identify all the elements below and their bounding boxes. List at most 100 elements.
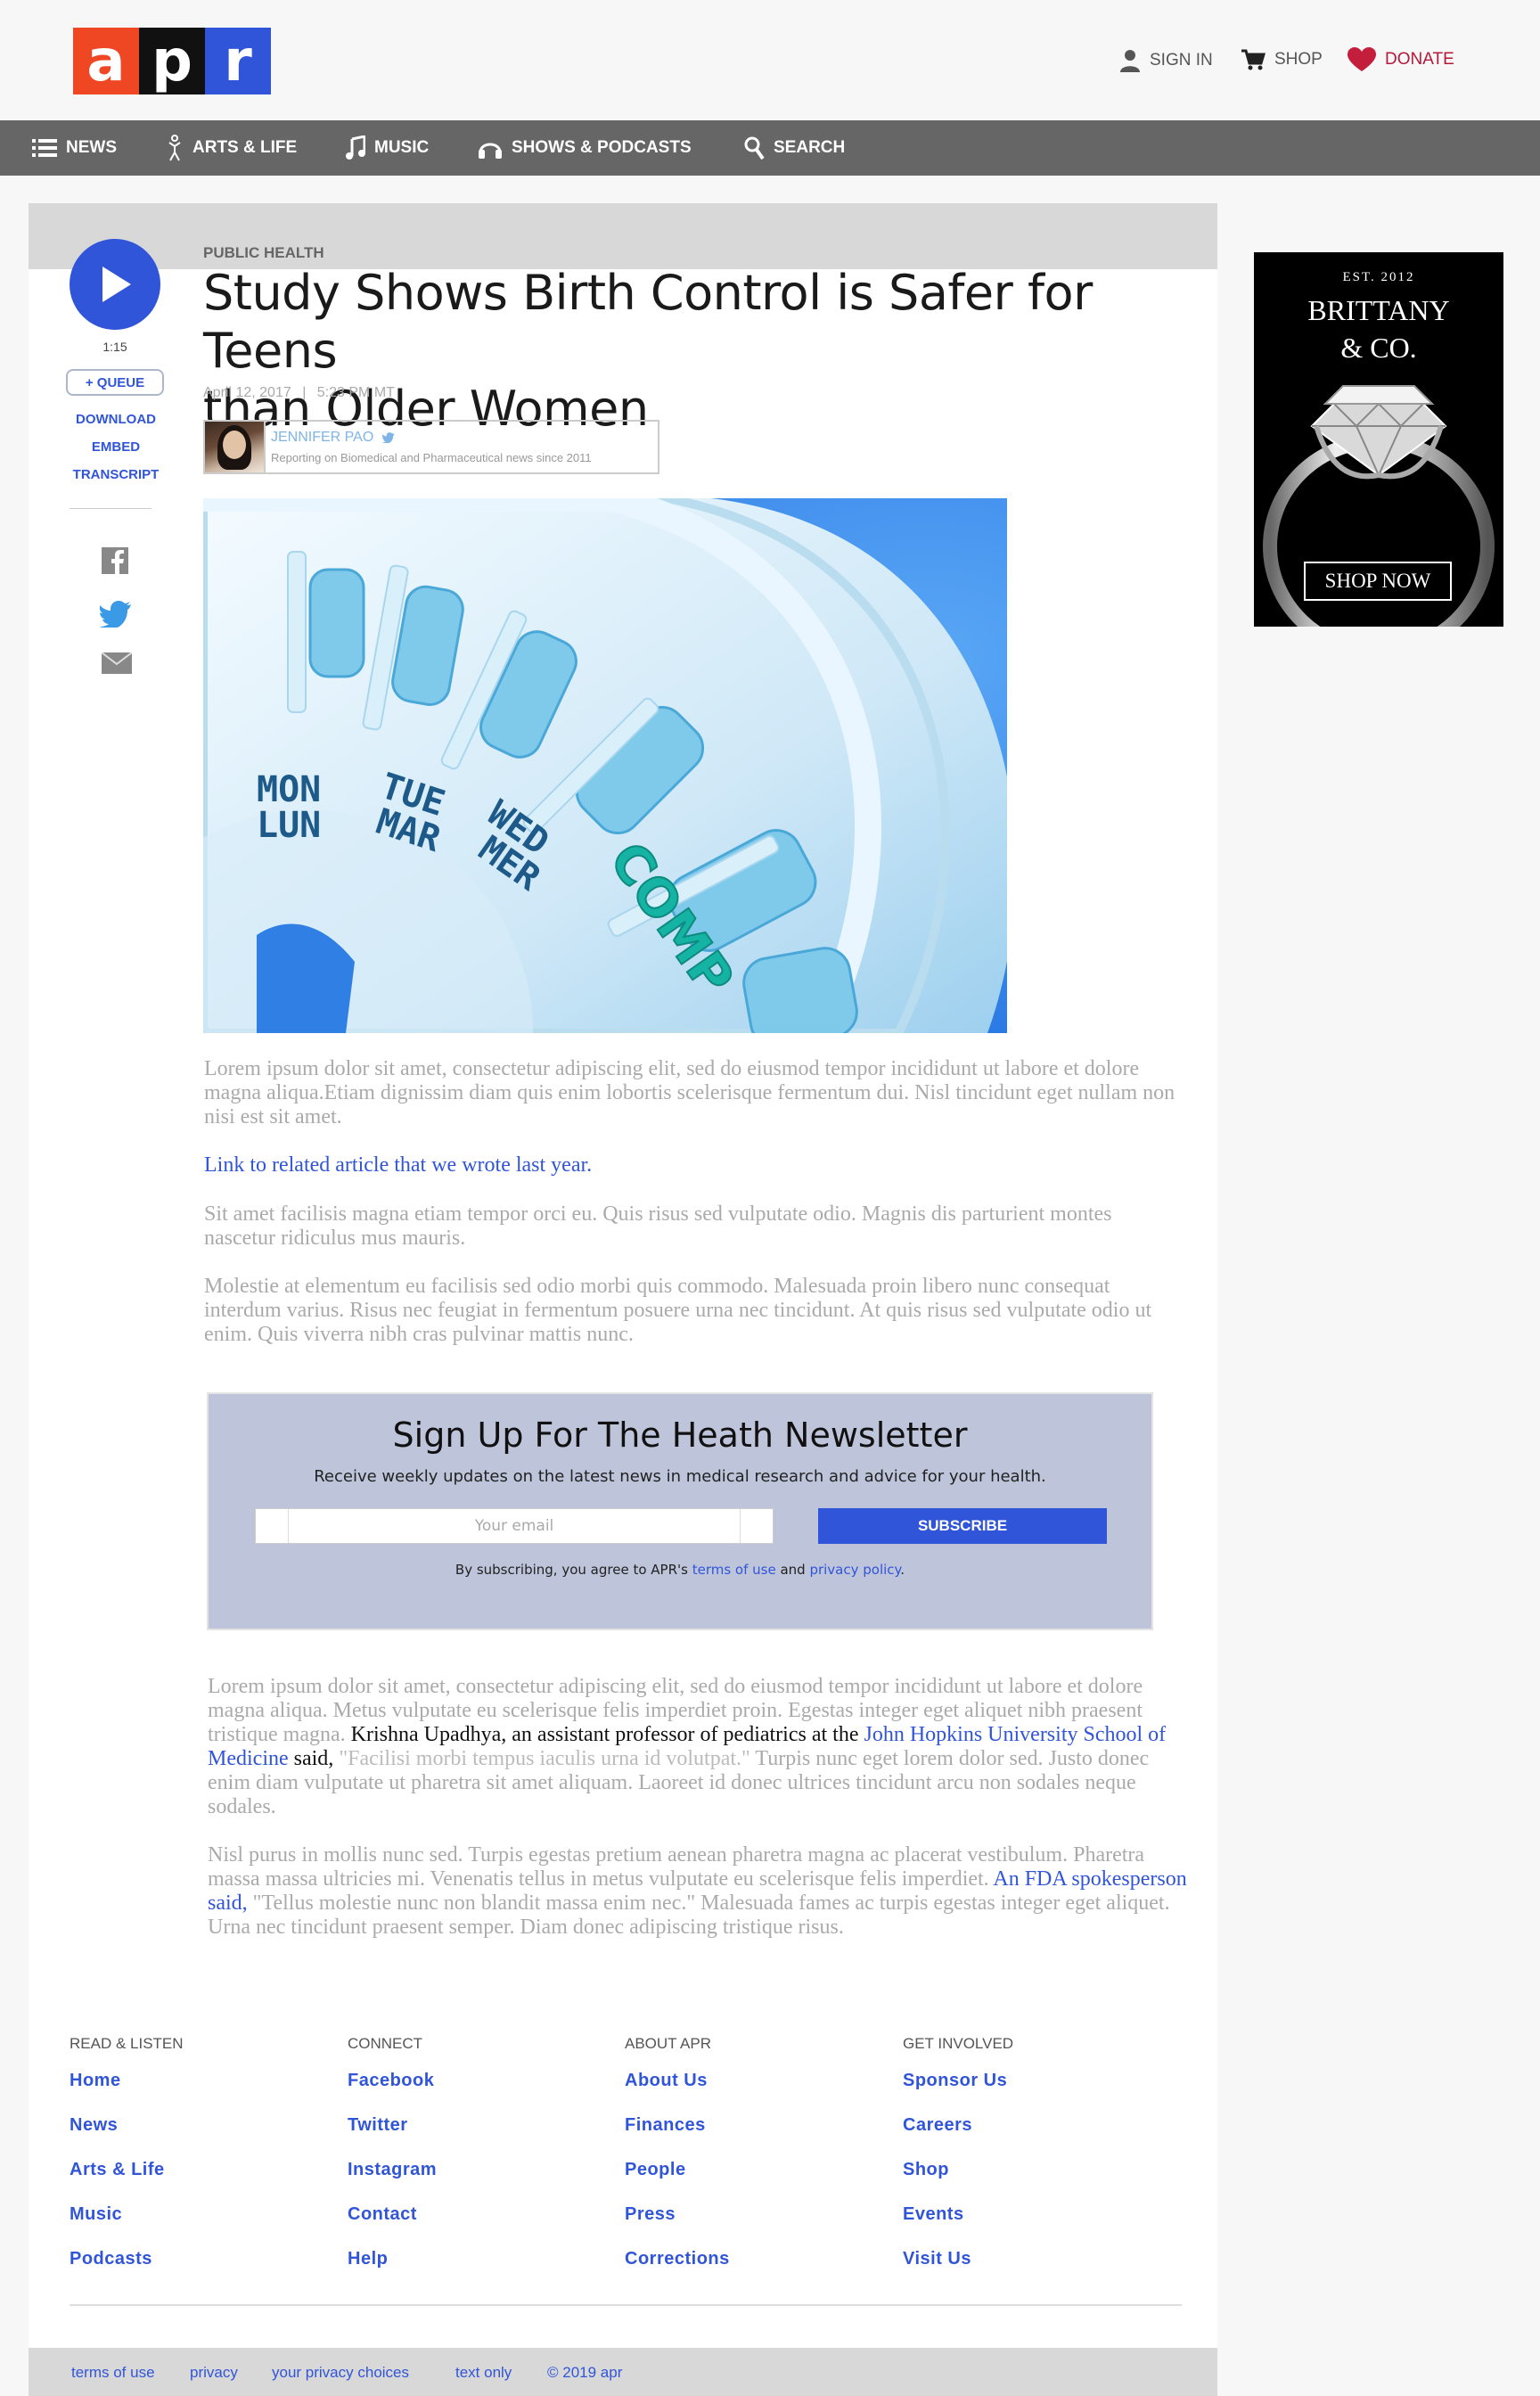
ad-brand: BRITTANY & CO. [1254, 291, 1503, 366]
footer-link-events[interactable]: Events [903, 2203, 1013, 2247]
logo-letter-p: p [139, 28, 205, 94]
brittany-co-advertisement[interactable]: EST. 2012 BRITTANY & CO. SHOP NOW [1254, 252, 1503, 627]
footer-link-careers[interactable]: Careers [903, 2113, 1013, 2158]
footer-heading: ABOUT APR [625, 2035, 711, 2052]
terms-text-c: . [900, 1562, 905, 1578]
terms-text-a: By subscribing, you agree to APR's [455, 1562, 692, 1578]
ad-brand-line-1: BRITTANY [1307, 294, 1450, 326]
play-icon [102, 267, 131, 302]
author-byline[interactable]: JENNIFER PAO Reporting on Biomedical and… [203, 420, 659, 474]
subscribe-button[interactable]: SUBSCRIBE [818, 1508, 1107, 1544]
nav-arts-life[interactable]: ARTS & LIFE [166, 120, 297, 176]
nav-search-label: SEARCH [774, 138, 846, 157]
nav-shows-podcasts[interactable]: SHOWS & PODCASTS [478, 120, 692, 176]
menu-icon [32, 139, 57, 157]
author-name-row: JENNIFER PAO [271, 430, 592, 446]
newsletter-signup: Sign Up For The Heath Newsletter Receive… [207, 1392, 1153, 1630]
author-name[interactable]: JENNIFER PAO [271, 430, 373, 446]
ad-established: EST. 2012 [1342, 270, 1415, 284]
date-separator: | [302, 385, 307, 400]
footer-col-get-involved: GET INVOLVED Sponsor Us Careers Shop Eve… [903, 2035, 1013, 2292]
footer-link-twitter[interactable]: Twitter [348, 2113, 437, 2158]
footer-link-music[interactable]: Music [70, 2203, 184, 2247]
newsletter-subtitle: Receive weekly updates on the latest new… [314, 1467, 1046, 1486]
logo-letter-a: a [73, 28, 139, 94]
nav-search[interactable]: SEARCH [743, 120, 845, 176]
footer-link-corrections[interactable]: Corrections [625, 2247, 730, 2292]
footer-divider [70, 2304, 1182, 2306]
nav-music-label: MUSIC [374, 138, 430, 157]
main-nav: NEWS ARTS & LIFE MUSIC SHOWS & PODCASTS … [0, 120, 1540, 176]
email-icon[interactable] [102, 652, 132, 674]
legal-text-only-link[interactable]: text only [455, 2364, 512, 2382]
nav-news-label: NEWS [66, 138, 117, 157]
author-photo [205, 422, 266, 472]
hero-day-lun: LUN [257, 805, 321, 846]
pill-pack-illustration: MON LUN TUE MAR WED MER COMP [203, 498, 1007, 1033]
footer-link-finances[interactable]: Finances [625, 2113, 730, 2158]
article-paragraph-4: Lorem ipsum dolor sit amet, consectetur … [208, 1675, 1188, 1819]
apr-logo[interactable]: a p r [73, 28, 271, 94]
footer-link-facebook[interactable]: Facebook [348, 2069, 437, 2113]
email-field[interactable]: Your email [255, 1508, 774, 1544]
footer-link-people[interactable]: People [625, 2158, 730, 2203]
nav-shows-label: SHOWS & PODCASTS [512, 138, 692, 157]
transcript-link[interactable]: TRANSCRIPT [53, 467, 178, 482]
audio-duration: 1:15 [102, 340, 127, 354]
shop-now-button[interactable]: SHOP NOW [1304, 562, 1452, 601]
user-icon [1120, 50, 1140, 72]
footer-link-help[interactable]: Help [348, 2247, 437, 2292]
twitter-icon[interactable] [382, 432, 395, 443]
twitter-icon[interactable] [100, 601, 132, 628]
article-headline: Study Shows Birth Control is Safer for T… [203, 264, 1166, 438]
ad-brand-line-2: & CO. [1340, 332, 1417, 364]
terms-of-use-link[interactable]: terms of use [692, 1562, 776, 1578]
embed-link[interactable]: EMBED [53, 439, 178, 455]
queue-button[interactable]: + QUEUE [66, 369, 164, 396]
footer-link-sponsor-us[interactable]: Sponsor Us [903, 2069, 1013, 2113]
footer-link-press[interactable]: Press [625, 2203, 730, 2247]
headphones-icon [479, 143, 502, 159]
newsletter-title: Sign Up For The Heath Newsletter [392, 1415, 968, 1455]
publish-time: 5:23 PM MT [316, 385, 395, 400]
footer-link-shop[interactable]: Shop [903, 2158, 1013, 2203]
nav-arts-label: ARTS & LIFE [192, 138, 298, 157]
footer-col-about: ABOUT APR About Us Finances People Press… [625, 2035, 730, 2292]
legal-privacy-choices-link[interactable]: your privacy choices [272, 2364, 409, 2382]
footer-heading: GET INVOLVED [903, 2035, 1014, 2052]
footer-link-visit-us[interactable]: Visit Us [903, 2247, 1013, 2292]
footer-link-arts-life[interactable]: Arts & Life [70, 2158, 184, 2203]
facebook-icon[interactable] [102, 547, 128, 574]
legal-privacy-link[interactable]: privacy [190, 2364, 238, 2382]
publish-date: April 12, 2017 [203, 385, 291, 400]
shop-link[interactable]: SHOP [1241, 48, 1323, 71]
footer-link-podcasts[interactable]: Podcasts [70, 2247, 184, 2292]
footer-link-news[interactable]: News [70, 2113, 184, 2158]
footer-col-connect: CONNECT Facebook Twitter Instagram Conta… [348, 2035, 437, 2292]
footer-link-about-us[interactable]: About Us [625, 2069, 730, 2113]
nav-music[interactable]: MUSIC [346, 120, 429, 176]
paragraph-4-attribution: Krishna Upadhya, an assistant professor … [345, 1723, 864, 1746]
dancer-icon [168, 135, 181, 161]
footer-heading: READ & LISTEN [70, 2035, 184, 2052]
sign-in-link[interactable]: SIGN IN [1119, 48, 1213, 73]
email-placeholder: Your email [474, 1517, 554, 1535]
article-paragraph-3: Molestie at elementum eu facilisis sed o… [204, 1275, 1152, 1346]
footer-link-contact[interactable]: Contact [348, 2203, 437, 2247]
sign-in-label: SIGN IN [1150, 51, 1213, 70]
copyright: © 2019 apr [547, 2364, 623, 2381]
play-button[interactable] [70, 239, 160, 330]
privacy-policy-link[interactable]: privacy policy [809, 1562, 900, 1578]
paragraph-5-end: "Tellus molestie nunc non blandit massa … [208, 1891, 1170, 1939]
footer-link-home[interactable]: Home [70, 2069, 184, 2113]
cart-icon [1241, 49, 1266, 70]
section-label[interactable]: PUBLIC HEALTH [203, 244, 324, 262]
footer-link-instagram[interactable]: Instagram [348, 2158, 437, 2203]
legal-terms-link[interactable]: terms of use [71, 2364, 155, 2382]
nav-news[interactable]: NEWS [32, 120, 117, 176]
music-note-icon [346, 135, 365, 160]
download-link[interactable]: DOWNLOAD [53, 412, 178, 427]
donate-link[interactable]: DONATE [1348, 47, 1454, 72]
related-article-link[interactable]: Link to related article that we wrote la… [204, 1153, 592, 1177]
terms-text-b: and [775, 1562, 810, 1578]
